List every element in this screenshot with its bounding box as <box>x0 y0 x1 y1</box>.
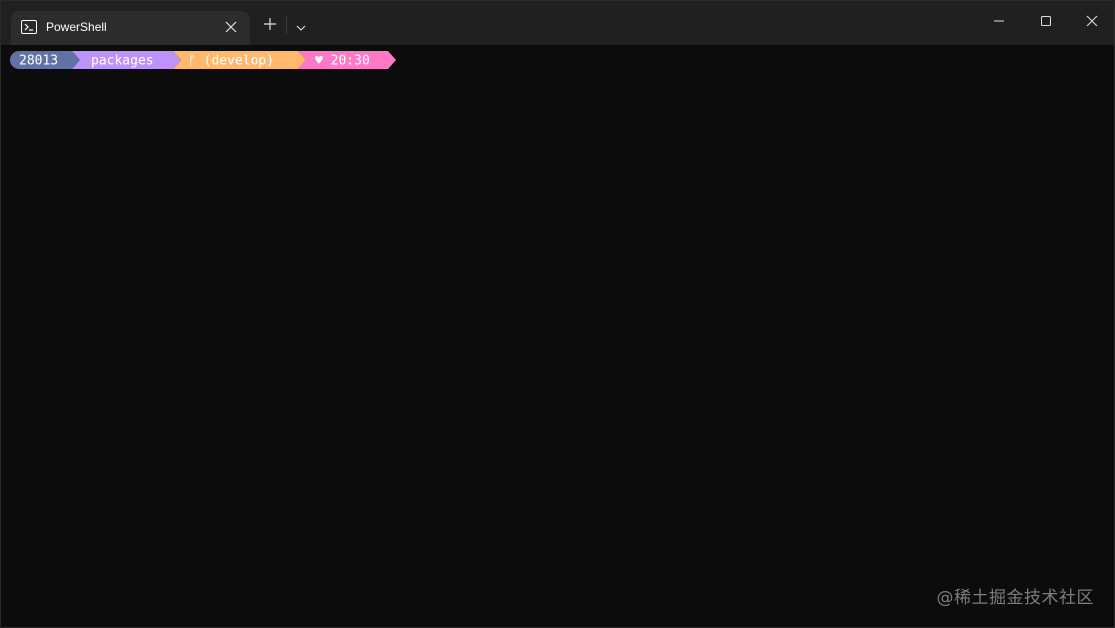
prompt-segment-4-text: ♥ 20:30 <box>315 54 370 69</box>
plus-icon <box>264 18 276 30</box>
new-tab-button[interactable] <box>263 17 277 31</box>
powershell-icon <box>21 20 37 34</box>
tab-separator <box>286 16 287 34</box>
title-bar: PowerShell <box>1 1 1114 45</box>
prompt-bar: 28013 packages ᚠ (develop) ♥ 20:30 <box>10 51 396 69</box>
tab-powershell[interactable]: PowerShell <box>11 11 250 45</box>
tab-close-icon[interactable] <box>224 20 238 34</box>
prompt-segment-2-text: packages <box>91 54 154 69</box>
prompt-segment-1-text: 28013 <box>19 54 58 69</box>
minimize-icon <box>994 20 1004 22</box>
chevron-down-icon <box>296 25 306 31</box>
tab-dropdown-button[interactable] <box>295 20 307 31</box>
terminal-window: PowerShell 28013 packages ᚠ (develop) ♥ … <box>0 0 1115 628</box>
tab-title: PowerShell <box>46 20 107 34</box>
prompt-segment-3-text: ᚠ (develop) <box>188 54 274 69</box>
terminal-area[interactable]: 28013 packages ᚠ (develop) ♥ 20:30 @稀土掘金… <box>1 45 1114 627</box>
watermark: @稀土掘金技术社区 <box>936 588 1094 608</box>
close-window-button[interactable] <box>1069 1 1114 41</box>
maximize-button[interactable] <box>1023 1 1069 41</box>
maximize-icon <box>1041 16 1051 26</box>
close-icon <box>1086 15 1098 27</box>
minimize-button[interactable] <box>976 1 1022 41</box>
